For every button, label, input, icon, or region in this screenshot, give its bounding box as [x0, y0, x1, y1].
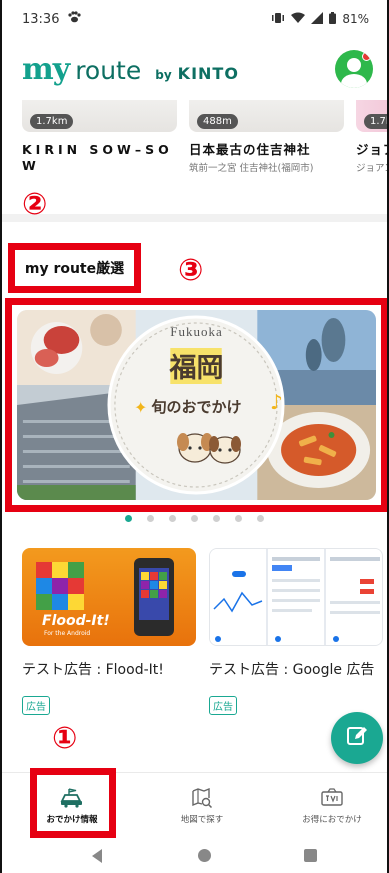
app-header: my route by KINTO [2, 38, 387, 100]
spot-name: ジョアン [356, 142, 387, 157]
ad-image [209, 548, 383, 646]
recent-apps-icon[interactable] [304, 849, 317, 862]
carousel-dot[interactable] [125, 515, 132, 522]
carousel-dot[interactable] [213, 515, 220, 522]
logo-kinto: KINTO [177, 63, 239, 83]
nav-item-deals[interactable]: お得におでかけ [282, 773, 382, 839]
featured-banner[interactable]: Fukuoka 福岡 旬のおでかけ ✦ ♪ [17, 310, 376, 500]
avatar[interactable] [335, 50, 373, 88]
nav-label: 地図で探す [180, 814, 224, 825]
spot-list: 1.7km KIRIN SOW–SO W 488m 日本最古の住吉神社 筑前一之… [22, 100, 387, 198]
section-divider [2, 214, 387, 222]
logo-my: my [22, 51, 70, 87]
banner-label: Fukuoka [170, 324, 223, 339]
spot-card[interactable]: 488m 日本最古の住吉神社 筑前一之宮 住吉神社(福岡市) [189, 100, 344, 198]
status-bar: 13:36 81% [2, 0, 387, 38]
dogs-illustration [169, 420, 249, 466]
ad-list: Flood-It! For the Android テスト広告 : Flood-… [22, 548, 384, 715]
nav-item-map-search[interactable]: 地図で探す [152, 773, 252, 839]
spot-image: 488m [189, 100, 344, 132]
distance-badge: 488m [197, 114, 238, 129]
carousel-dot[interactable] [147, 515, 154, 522]
banner-title: 福岡 [169, 353, 224, 384]
app-logo[interactable]: my route by KINTO [22, 52, 239, 87]
signal-icon [311, 11, 324, 27]
ad-image: Flood-It! For the Android [22, 548, 196, 646]
carousel-indicator [2, 515, 387, 522]
banner-subtitle: 旬のおでかけ [151, 398, 242, 416]
annotation-marker-1: ① [52, 721, 78, 756]
sparkle-icon: ✦ [134, 398, 148, 417]
distance-badge: 1.7km [364, 114, 387, 129]
wifi-icon [291, 12, 306, 27]
battery-icon [329, 11, 337, 27]
ticket-icon [320, 787, 344, 808]
status-time: 13:36 [22, 11, 60, 27]
app-screen: 13:36 81% my route by KINTO 1.7km KIRIN … [0, 0, 389, 873]
carousel-dot[interactable] [169, 515, 176, 522]
system-navigation [2, 838, 387, 873]
active-nav-highlight [30, 768, 116, 838]
nav-label: お得におでかけ [302, 814, 362, 825]
annotation-marker-3: ③ [178, 253, 204, 288]
spot-card[interactable]: 1.7km ジョアン ジョアン [356, 100, 387, 198]
distance-badge: 1.7km [30, 114, 74, 129]
spot-name: KIRIN SOW–SO W [22, 142, 173, 173]
section-title: my route厳選 [8, 243, 141, 293]
home-icon[interactable] [198, 849, 211, 862]
edit-icon [345, 724, 369, 752]
map-search-icon [191, 787, 213, 808]
annotation-marker-2: ② [22, 187, 48, 222]
carousel-dot[interactable] [257, 515, 264, 522]
carousel-dot[interactable] [235, 515, 242, 522]
ad-title: テスト広告 : Flood-It! [22, 662, 164, 678]
ad-image-subtitle: For the Android [44, 630, 91, 637]
vibrate-icon [271, 12, 285, 27]
spot-subtitle: ジョアン [356, 163, 387, 174]
paw-icon [67, 11, 82, 27]
ad-card[interactable]: テスト広告 : Google 広告 広告 [209, 548, 383, 715]
logo-route: route [75, 55, 142, 85]
back-icon[interactable] [92, 849, 102, 863]
ad-tag: 広告 [209, 696, 237, 715]
carousel-dot[interactable] [191, 515, 198, 522]
spot-name: 日本最古の住吉神社 [189, 142, 311, 157]
spot-image: 1.7km [356, 100, 387, 132]
battery-level: 81% [342, 12, 369, 26]
ad-card[interactable]: Flood-It! For the Android テスト広告 : Flood-… [22, 548, 196, 715]
ad-title: テスト広告 : Google 広告 [209, 662, 375, 678]
section-title-text: my route厳選 [24, 261, 125, 277]
logo-by: by [155, 67, 172, 82]
featured-banner-highlight: Fukuoka 福岡 旬のおでかけ ✦ ♪ [5, 298, 387, 512]
spot-card[interactable]: 1.7km KIRIN SOW–SO W [22, 100, 177, 198]
ad-tag: 広告 [22, 696, 50, 715]
spot-subtitle: 筑前一之宮 住吉神社(福岡市) [189, 163, 314, 174]
ad-image-title: Flood-It! [42, 613, 110, 629]
spot-image: 1.7km [22, 100, 177, 132]
music-note-icon: ♪ [270, 390, 283, 414]
create-post-button[interactable] [331, 712, 383, 764]
notification-dot [362, 52, 371, 61]
